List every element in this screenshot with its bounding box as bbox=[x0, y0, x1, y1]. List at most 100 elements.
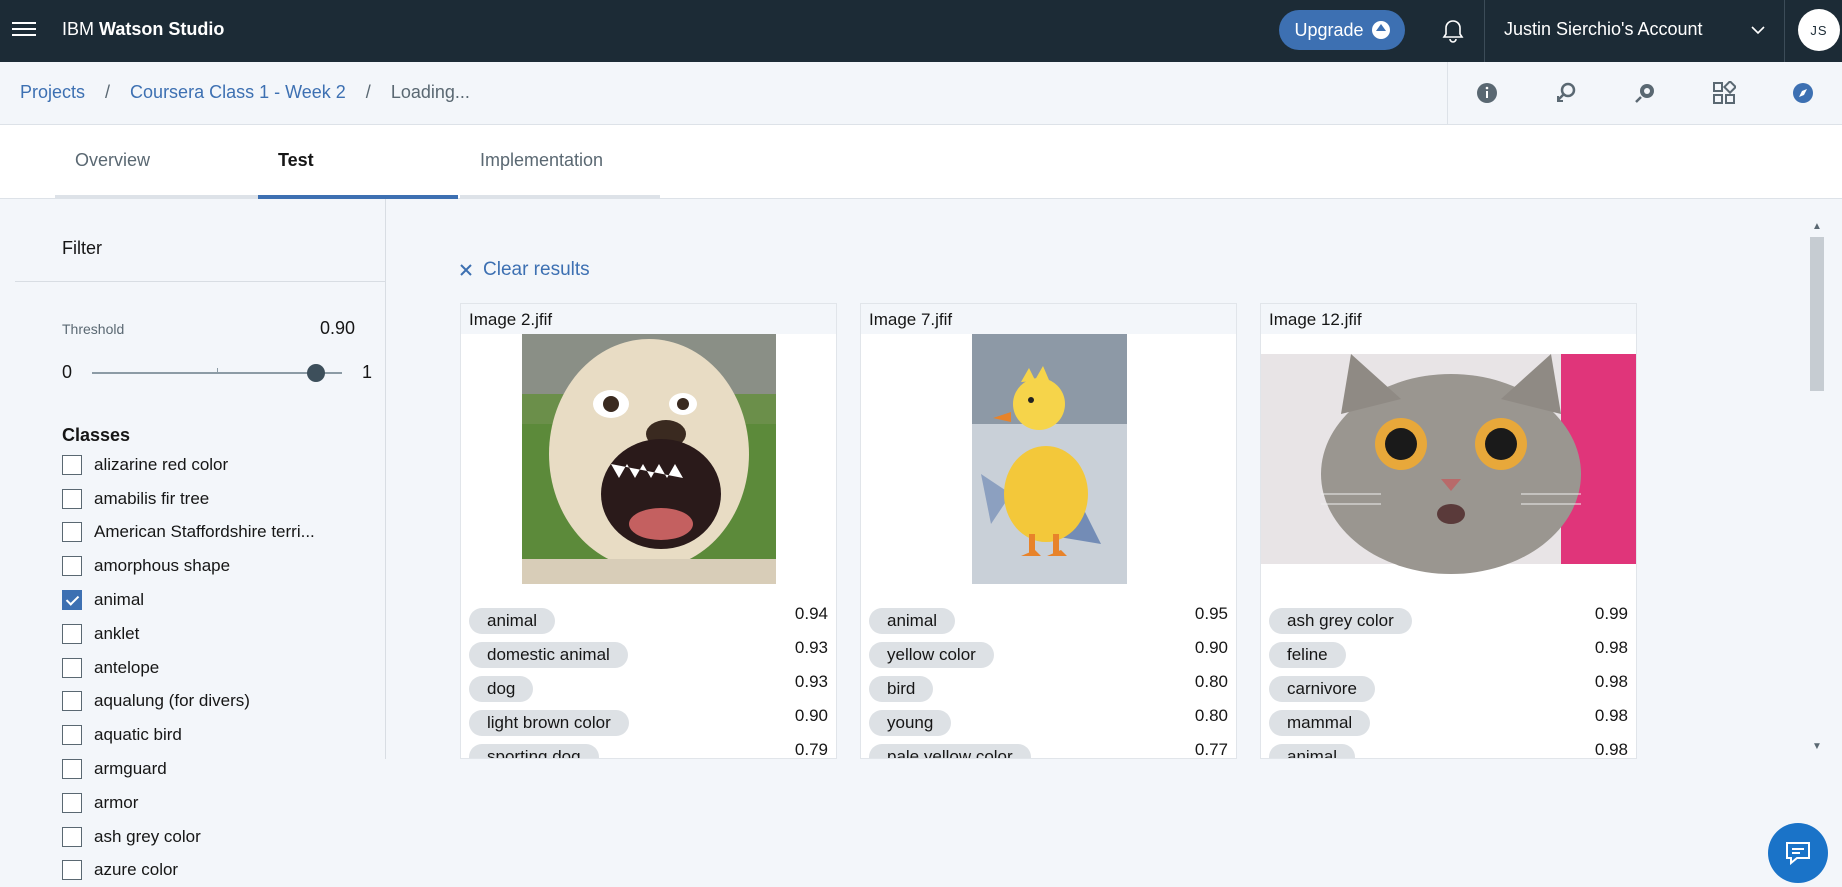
class-filter-item[interactable]: amabilis fir tree bbox=[62, 482, 382, 516]
slider-min-label: 0 bbox=[62, 362, 73, 382]
clear-results-label: Clear results bbox=[483, 259, 590, 280]
class-filter-item[interactable]: American Staffordshire terri... bbox=[62, 516, 382, 550]
class-checkbox[interactable] bbox=[62, 759, 82, 780]
class-tag: bird bbox=[869, 676, 934, 702]
info-icon[interactable] bbox=[1448, 82, 1527, 104]
results-area: Clear results Image 2.jfif animal 0.94 do… bbox=[386, 199, 1842, 759]
class-score: 0.80 bbox=[1194, 672, 1228, 691]
search-assets-icon[interactable] bbox=[1527, 81, 1606, 105]
class-checkbox[interactable] bbox=[62, 623, 82, 644]
class-checkbox[interactable] bbox=[62, 590, 82, 611]
tag-row: bird 0.80 bbox=[861, 672, 1236, 706]
brand-name: Watson Studio bbox=[99, 19, 225, 39]
class-tag: ash grey color bbox=[1269, 608, 1412, 634]
chat-support-button[interactable] bbox=[1768, 823, 1828, 883]
class-tag: mammal bbox=[1269, 710, 1371, 736]
class-checkbox[interactable] bbox=[62, 657, 82, 678]
breadcrumb: Projects / Coursera Class 1 - Week 2 / L… bbox=[20, 82, 470, 103]
tab-overview[interactable]: Overview bbox=[55, 125, 258, 199]
class-filter-item[interactable]: animal bbox=[62, 583, 382, 617]
scroll-down-arrow[interactable]: ▼ bbox=[1812, 741, 1822, 752]
breadcrumb-separator: / bbox=[365, 82, 371, 102]
class-label: ash grey color bbox=[94, 826, 201, 846]
tag-row: mammal 0.98 bbox=[1261, 706, 1636, 740]
upgrade-arrow-icon bbox=[1371, 21, 1390, 39]
class-tag: dog bbox=[469, 676, 534, 702]
class-filter-item[interactable]: azure color bbox=[62, 854, 382, 887]
tag-list: animal 0.95 yellow color 0.90 bird 0.80 you… bbox=[861, 604, 1236, 758]
tab-test[interactable]: Test bbox=[258, 125, 458, 199]
class-checkbox[interactable] bbox=[62, 488, 82, 509]
tag-row: dog 0.93 bbox=[461, 672, 836, 706]
brand-prefix: IBM bbox=[62, 19, 95, 39]
class-score: 0.98 bbox=[1594, 638, 1628, 657]
clear-results-button[interactable]: Clear results bbox=[459, 259, 590, 281]
class-checkbox[interactable] bbox=[62, 556, 82, 577]
header-divider bbox=[1784, 0, 1785, 62]
breadcrumb-projects[interactable]: Projects bbox=[20, 82, 85, 103]
tag-row: animal 0.94 bbox=[461, 604, 836, 638]
class-score: 0.93 bbox=[794, 672, 828, 691]
class-filter-item[interactable]: aqualung (for divers) bbox=[62, 685, 382, 719]
project-toolbar bbox=[1447, 62, 1842, 124]
breadcrumb-project[interactable]: Coursera Class 1 - Week 2 bbox=[130, 82, 346, 103]
avatar[interactable]: JS bbox=[1798, 9, 1840, 51]
class-checkbox[interactable] bbox=[62, 522, 82, 543]
chat-icon bbox=[1786, 842, 1810, 866]
class-filter-item[interactable]: aquatic bird bbox=[62, 718, 382, 752]
class-label: alizarine red color bbox=[94, 454, 229, 474]
class-checkbox[interactable] bbox=[62, 860, 82, 881]
tag-row: young 0.80 bbox=[861, 706, 1236, 740]
upgrade-button[interactable]: Upgrade bbox=[1279, 10, 1405, 50]
class-checkbox[interactable] bbox=[62, 454, 82, 475]
notifications-bell-icon[interactable] bbox=[1438, 16, 1468, 46]
threshold-slider-handle[interactable] bbox=[307, 364, 325, 382]
card-title: Image 12.jfif bbox=[1261, 304, 1636, 334]
class-label: American Staffordshire terri... bbox=[94, 522, 315, 542]
result-card: Image 7.jfif animal 0.95 yellow color 0.90… bbox=[860, 303, 1237, 759]
duckling-image bbox=[861, 334, 1236, 584]
class-filter-item[interactable]: anklet bbox=[62, 617, 382, 651]
deploy-icon[interactable] bbox=[1606, 81, 1685, 105]
class-filter-item[interactable]: armor bbox=[62, 786, 382, 820]
tag-row: animal 0.95 bbox=[861, 604, 1236, 638]
class-tag: carnivore bbox=[1269, 676, 1375, 702]
scroll-up-arrow[interactable]: ▲ bbox=[1812, 221, 1822, 232]
class-label: antelope bbox=[94, 657, 160, 677]
class-score: 0.79 bbox=[794, 740, 828, 759]
class-filter-item[interactable]: ash grey color bbox=[62, 820, 382, 854]
class-filter-item[interactable]: alizarine red color bbox=[62, 448, 382, 482]
tab-implementation[interactable]: Implementation bbox=[460, 125, 660, 199]
app-brand[interactable]: IBM Watson Studio bbox=[62, 19, 224, 40]
breadcrumb-separator: / bbox=[105, 82, 111, 102]
class-filter-item[interactable]: amorphous shape bbox=[62, 549, 382, 583]
class-checkbox[interactable] bbox=[62, 725, 82, 746]
tag-row: feline 0.98 bbox=[1261, 638, 1636, 672]
tag-row: ash grey color 0.99 bbox=[1261, 604, 1636, 638]
menu-icon[interactable] bbox=[12, 18, 36, 42]
result-card: Image 12.jfif ash grey color 0.99 feline 0… bbox=[1260, 303, 1637, 759]
class-filter-item[interactable]: antelope bbox=[62, 651, 382, 685]
account-switcher[interactable]: Justin Sierchio's Account bbox=[1504, 19, 1703, 40]
tag-row: light brown color 0.90 bbox=[461, 706, 836, 740]
class-checkbox[interactable] bbox=[62, 691, 82, 712]
class-checkbox[interactable] bbox=[62, 826, 82, 847]
compass-icon[interactable] bbox=[1763, 82, 1842, 104]
class-score: 0.98 bbox=[1594, 706, 1628, 725]
chevron-down-icon[interactable] bbox=[1750, 22, 1766, 38]
classes-list: alizarine red color amabilis fir tree Amer… bbox=[62, 448, 382, 887]
results-scrollbar-thumb[interactable] bbox=[1810, 237, 1824, 391]
tag-row: sporting dog 0.79 bbox=[461, 740, 836, 759]
breadcrumb-current: Loading... bbox=[390, 82, 470, 102]
close-icon bbox=[460, 264, 472, 276]
card-title: Image 7.jfif bbox=[861, 304, 1236, 334]
grid-apps-icon[interactable] bbox=[1684, 81, 1763, 105]
class-checkbox[interactable] bbox=[62, 792, 82, 813]
class-score: 0.94 bbox=[794, 604, 828, 623]
class-tag: young bbox=[869, 710, 952, 736]
class-filter-item[interactable]: armguard bbox=[62, 752, 382, 786]
slider-tick bbox=[217, 368, 218, 374]
class-tag: animal bbox=[469, 608, 556, 634]
tab-bar: Overview Test Implementation bbox=[0, 125, 1842, 199]
class-tag: pale yellow color bbox=[869, 744, 1031, 758]
